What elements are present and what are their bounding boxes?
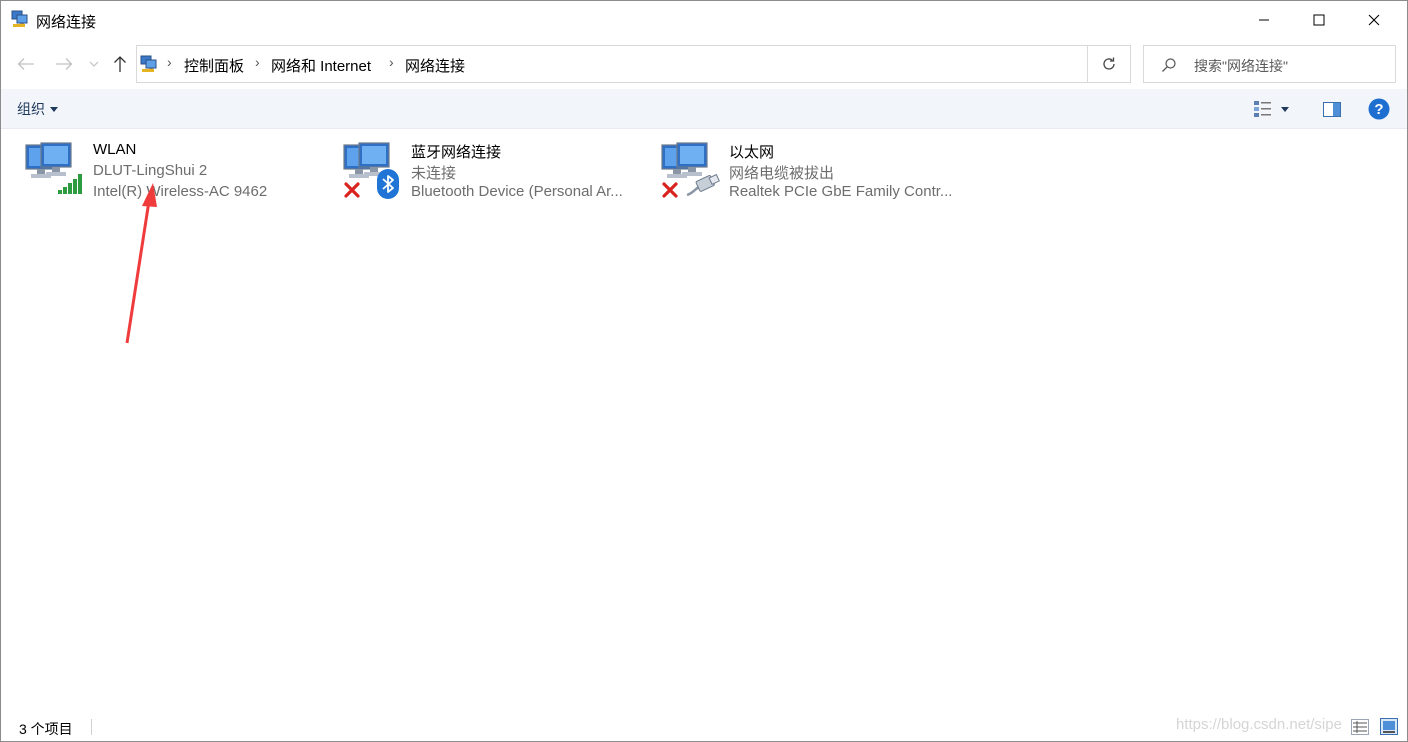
maximize-button[interactable]	[1292, 1, 1346, 39]
forward-button[interactable]	[53, 53, 75, 75]
maximize-icon	[1313, 14, 1325, 26]
breadcrumb-separator-icon[interactable]: ›	[389, 54, 394, 70]
caret-down-icon	[1281, 106, 1289, 112]
item-count: 3 个项目	[19, 721, 73, 737]
connection-device: Bluetooth Device (Personal Ar...	[411, 183, 623, 200]
change-view-button[interactable]	[1253, 98, 1301, 120]
chevron-down-icon	[89, 61, 99, 67]
connection-name: 蓝牙网络连接	[411, 144, 502, 161]
address-row: › 控制面板 › 网络和 Internet › 网络连接 搜索"网络连接"	[1, 39, 1407, 89]
details-view-icon[interactable]	[1351, 719, 1369, 735]
svg-text:?: ?	[1374, 101, 1383, 118]
wifi-signal-icon	[58, 174, 82, 194]
connection-device: Intel(R) Wireless-AC 9462	[93, 183, 268, 200]
connection-item-wlan[interactable]: WLAN DLUT-LingShui 2 Intel(R) Wireless-A…	[23, 139, 323, 205]
connection-name: 以太网	[729, 144, 775, 161]
arrow-up-icon	[114, 56, 126, 72]
close-icon	[1368, 14, 1380, 26]
connection-item-bluetooth[interactable]: 蓝牙网络连接 未连接 Bluetooth Device (Personal Ar…	[341, 139, 641, 205]
bluetooth-icon	[377, 169, 399, 199]
connection-item-ethernet[interactable]: 以太网 网络电缆被拔出 Realtek PCIe GbE Family Cont…	[659, 139, 959, 205]
organize-button[interactable]: 组织	[17, 99, 58, 119]
close-button[interactable]	[1347, 1, 1401, 39]
status-divider	[91, 719, 92, 735]
large-icons-view-icon[interactable]	[1380, 718, 1398, 735]
preview-pane-icon	[1323, 101, 1341, 117]
refresh-icon	[1103, 57, 1115, 70]
recent-locations-button[interactable]	[87, 53, 101, 75]
minimize-icon	[1259, 19, 1269, 21]
watermark: https://blog.csdn.net/sipe	[1176, 716, 1342, 733]
explorer-window: 网络连接 › 控制面板 › 网络和 Internet › 网络连接 搜索"网络连…	[0, 0, 1408, 742]
window-title: 网络连接	[36, 14, 97, 31]
network-connections-icon	[140, 55, 157, 72]
refresh-button[interactable]	[1088, 45, 1131, 83]
up-button[interactable]	[109, 53, 131, 75]
command-bar: 组织 ?	[1, 89, 1407, 129]
error-x-icon	[344, 182, 360, 198]
preview-pane-button[interactable]	[1321, 98, 1343, 120]
connection-status: 网络电缆被拔出	[729, 165, 835, 182]
breadcrumb-separator-icon[interactable]: ›	[167, 54, 172, 70]
ethernet-cable-icon	[686, 173, 720, 197]
search-icon	[1162, 58, 1176, 72]
minimize-button[interactable]	[1237, 1, 1291, 39]
breadcrumb-network-internet[interactable]: 网络和 Internet	[271, 55, 371, 76]
organize-label: 组织	[17, 101, 45, 117]
breadcrumb-separator-icon[interactable]: ›	[255, 54, 260, 70]
connection-device: Realtek PCIe GbE Family Contr...	[729, 183, 953, 200]
connection-status: DLUT-LingShui 2	[93, 162, 208, 179]
address-bar[interactable]: › 控制面板 › 网络和 Internet › 网络连接	[136, 45, 1210, 83]
caret-down-icon	[50, 106, 58, 112]
connection-name: WLAN	[93, 141, 137, 158]
search-box[interactable]: 搜索"网络连接"	[1143, 45, 1396, 83]
connections-list: WLAN DLUT-LingShui 2 Intel(R) Wireless-A…	[1, 129, 1407, 711]
view-details-icon	[1254, 101, 1271, 117]
back-button[interactable]	[15, 53, 37, 75]
help-icon[interactable]: ?	[1367, 97, 1391, 121]
error-x-icon	[662, 182, 678, 198]
title-bar: 网络连接	[1, 1, 1407, 39]
arrow-right-icon	[56, 58, 73, 70]
breadcrumb-control-panel[interactable]: 控制面板	[184, 55, 244, 76]
network-connections-icon	[11, 10, 28, 27]
arrow-left-icon	[17, 58, 34, 70]
search-input[interactable]: 搜索"网络连接"	[1194, 56, 1288, 76]
breadcrumb-network-connections[interactable]: 网络连接	[405, 55, 465, 76]
status-bar: 3 个项目 https://blog.csdn.net/sipe	[1, 711, 1407, 741]
connection-status: 未连接	[411, 165, 457, 182]
